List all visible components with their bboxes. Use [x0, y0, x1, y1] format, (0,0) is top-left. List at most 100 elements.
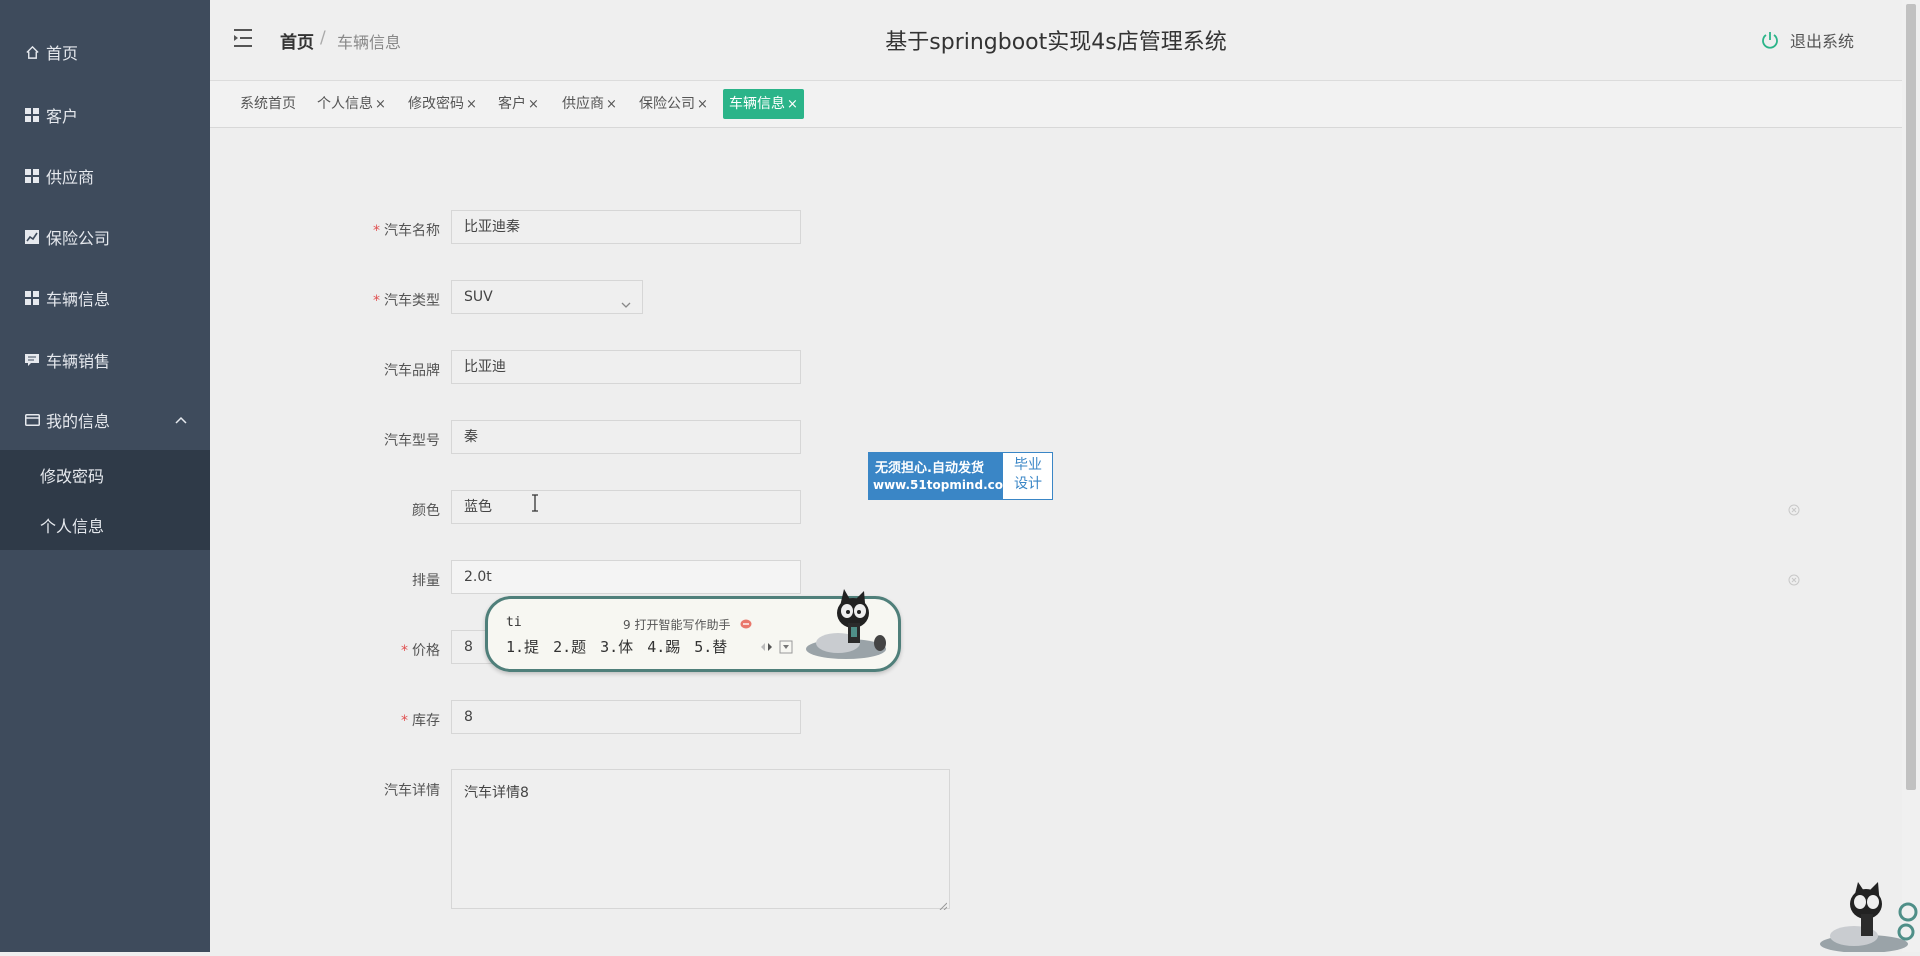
- close-icon[interactable]: ×: [528, 97, 539, 112]
- watermark-badge: 无须担心.自动发货 www.51topmind.com 毕业 设计: [868, 452, 1053, 500]
- chart-icon: [24, 229, 40, 245]
- label-displacement: 排量: [330, 570, 440, 590]
- car-brand-input[interactable]: 比亚迪: [451, 350, 801, 384]
- tab-system-home[interactable]: 系统首页: [234, 89, 302, 119]
- required-mark: *: [401, 643, 408, 659]
- close-icon[interactable]: ×: [606, 97, 617, 112]
- label-car-name: * 汽车名称: [330, 220, 440, 240]
- page-title: 基于springboot实现4s店管理系统: [885, 30, 1227, 55]
- car-type-value: SUV: [464, 289, 493, 305]
- scrollbar-thumb[interactable]: [1906, 4, 1916, 790]
- submenu-item-label: 个人信息: [40, 517, 105, 536]
- corner-mascot-icon: [1808, 880, 1920, 953]
- details-value: 汽车详情8: [464, 785, 529, 801]
- sidebar-item-label: 我的信息: [46, 412, 111, 431]
- ime-hint[interactable]: 9 打开智能写作助手: [623, 616, 752, 633]
- submenu-item-label: 修改密码: [40, 467, 105, 486]
- close-icon[interactable]: ×: [697, 97, 708, 112]
- label-text: 颜色: [412, 503, 440, 519]
- sidebar-item-label: 车辆销售: [46, 352, 111, 371]
- submenu-item-change-password[interactable]: 修改密码: [0, 455, 210, 495]
- vertical-scrollbar[interactable]: [1902, 0, 1920, 952]
- resize-handle-icon[interactable]: [939, 898, 948, 911]
- tab-bar: 系统首页 个人信息 × 修改密码 × 客户 × 供应商 × 保险公司 × 车辆信息 ×: [210, 81, 1902, 128]
- ime-candidate[interactable]: 4.踢: [647, 638, 680, 656]
- chevron-down-icon: [620, 291, 632, 308]
- sidebar-item-sales[interactable]: 车辆销售: [0, 340, 210, 380]
- sidebar-item-customer[interactable]: 客户: [0, 95, 210, 135]
- tab-personal-info[interactable]: 个人信息 ×: [311, 89, 392, 119]
- ime-candidate[interactable]: 3.体: [600, 638, 633, 656]
- clear-icon[interactable]: [1788, 571, 1800, 586]
- watermark-left: 无须担心.自动发货 www.51topmind.com: [869, 453, 1016, 499]
- ime-hint-text: 9 打开智能写作助手: [623, 618, 731, 632]
- stock-input[interactable]: 8: [451, 700, 801, 734]
- grid-icon: [24, 290, 40, 306]
- close-icon[interactable]: ×: [787, 97, 798, 112]
- label-details: 汽车详情: [330, 780, 440, 800]
- tab-insurance[interactable]: 保险公司 ×: [633, 89, 714, 119]
- sidebar-item-insurance[interactable]: 保险公司: [0, 217, 210, 257]
- tab-label: 供应商: [562, 96, 604, 112]
- logout-button[interactable]: 退出系统: [1760, 28, 1854, 52]
- tab-change-password[interactable]: 修改密码 ×: [402, 89, 483, 119]
- mascot-icon: [798, 585, 894, 661]
- grid-icon: [24, 107, 40, 123]
- tab-supplier[interactable]: 供应商 ×: [556, 89, 623, 119]
- required-mark: *: [401, 713, 408, 729]
- car-model-input[interactable]: 秦: [451, 420, 801, 454]
- tab-label: 车辆信息: [729, 96, 785, 112]
- grid-icon: [24, 168, 40, 184]
- label-text: 价格: [412, 643, 440, 659]
- car-name-input[interactable]: 比亚迪秦: [451, 210, 801, 244]
- color-input[interactable]: 蓝色: [451, 490, 801, 524]
- watermark-line2: www.51topmind.com: [873, 478, 1016, 492]
- ime-candidate[interactable]: 1.提: [506, 638, 539, 656]
- watermark-line1: 无须担心.自动发货: [875, 461, 984, 476]
- comment-icon: [24, 352, 40, 368]
- tab-vehicle-info[interactable]: 车辆信息 ×: [723, 89, 804, 119]
- pen-icon: [740, 619, 752, 629]
- watermark-right: 毕业 设计: [1007, 456, 1049, 494]
- sidebar-item-supplier[interactable]: 供应商: [0, 156, 210, 196]
- sidebar-item-home[interactable]: 首页: [0, 32, 210, 72]
- car-type-select[interactable]: SUV: [451, 280, 643, 314]
- details-textarea[interactable]: 汽车详情8: [451, 769, 950, 911]
- tab-label: 个人信息: [317, 96, 373, 112]
- tab-label: 保险公司: [639, 96, 695, 112]
- sidebar-item-my-info[interactable]: 我的信息: [0, 400, 210, 440]
- label-color: 颜色: [330, 500, 440, 520]
- clear-icon[interactable]: [1788, 501, 1800, 516]
- submenu-my-info: 修改密码 个人信息: [0, 450, 210, 550]
- sidebar-item-vehicle[interactable]: 车辆信息: [0, 278, 210, 318]
- sidebar-item-label: 保险公司: [46, 229, 111, 248]
- tab-label: 修改密码: [408, 96, 464, 112]
- card-icon: [24, 412, 40, 428]
- home-icon: [24, 44, 40, 60]
- logout-label: 退出系统: [1789, 32, 1854, 51]
- required-mark: *: [373, 293, 380, 309]
- ime-composition: ti: [506, 615, 522, 630]
- watermark-right-line2: 设计: [1014, 476, 1042, 492]
- ime-candidate[interactable]: 5.替: [694, 638, 727, 656]
- power-icon: [1760, 30, 1780, 50]
- submenu-item-personal-info[interactable]: 个人信息: [0, 505, 210, 545]
- required-mark: *: [373, 223, 380, 239]
- label-car-type: * 汽车类型: [330, 290, 440, 310]
- close-icon[interactable]: ×: [375, 97, 386, 112]
- tab-customer[interactable]: 客户 ×: [492, 89, 545, 119]
- sidebar-item-label: 供应商: [46, 168, 95, 187]
- label-text: 汽车型号: [384, 433, 440, 449]
- sidebar-item-label: 首页: [46, 44, 79, 63]
- displacement-input[interactable]: 2.0t: [451, 560, 801, 594]
- label-text: 排量: [412, 573, 440, 589]
- ime-candidate-window: ti 9 打开智能写作助手 1.提 2.题 3.体 4.踢 5.替: [485, 589, 901, 672]
- header: 首页 / 车辆信息 基于springboot实现4s店管理系统 退出系统: [210, 0, 1902, 81]
- sidebar-item-label: 车辆信息: [46, 290, 111, 309]
- ime-candidates: 1.提 2.题 3.体 4.踢 5.替: [506, 636, 741, 657]
- ime-page-nav[interactable]: [758, 639, 794, 654]
- label-text: 库存: [412, 713, 440, 729]
- label-text: 汽车类型: [384, 293, 440, 309]
- close-icon[interactable]: ×: [466, 97, 477, 112]
- ime-candidate[interactable]: 2.题: [553, 638, 586, 656]
